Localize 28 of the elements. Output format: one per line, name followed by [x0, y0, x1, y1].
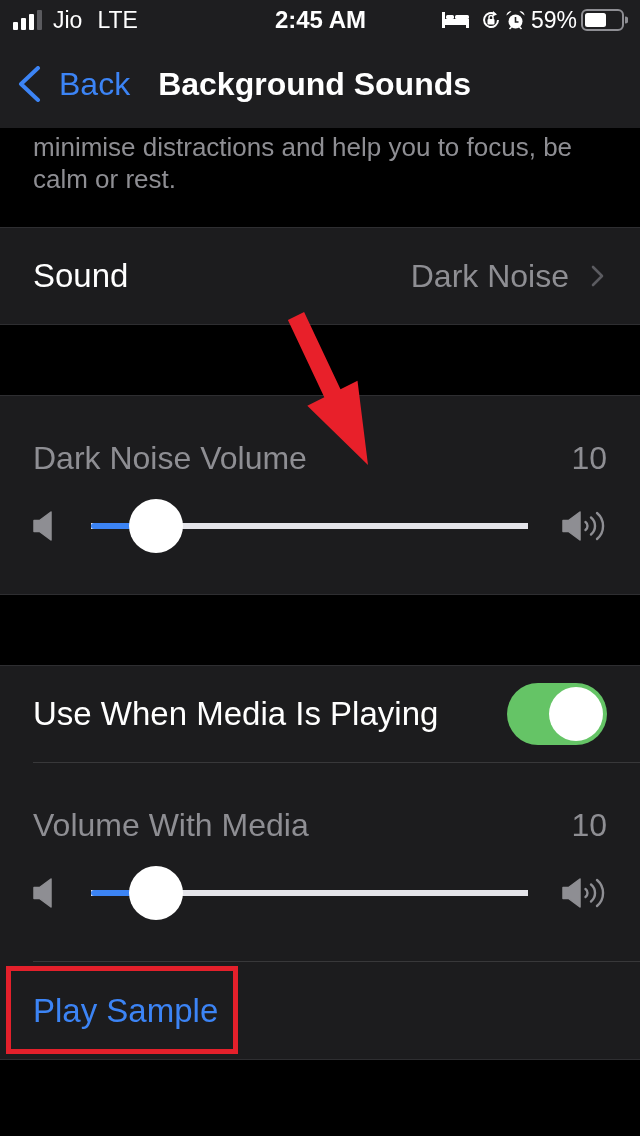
- speaker-loud-icon: [562, 511, 606, 541]
- chevron-left-icon: [17, 66, 41, 102]
- play-sample-button[interactable]: Play Sample: [33, 990, 219, 1031]
- page-title: Background Sounds: [158, 65, 472, 104]
- battery-icon: [581, 9, 628, 31]
- speaker-icon: [33, 511, 53, 541]
- slider-value: 10: [571, 807, 607, 843]
- rotation-lock-icon: [480, 10, 501, 30]
- battery-percentage: 59%: [530, 6, 577, 34]
- row-label[interactable]: Sound: [33, 256, 129, 296]
- slider-thumb[interactable]: [129, 866, 184, 920]
- slider-label: Volume With Media: [33, 807, 309, 843]
- row-label: Use When Media Is Playing: [33, 694, 439, 734]
- network-type: LTE: [97, 6, 138, 34]
- back-button[interactable]: Back: [17, 64, 131, 104]
- alarm-clock-icon: [505, 10, 525, 30]
- clock-time: 2:45 AM: [274, 6, 367, 34]
- speaker-icon: [33, 878, 53, 908]
- signal-bars-icon: [13, 10, 42, 30]
- bed-icon: [441, 12, 469, 28]
- slider-value: 10: [571, 440, 607, 476]
- description-text: minimise distractions and help you to focus, be calm or rest.: [32, 131, 574, 195]
- row-value: Dark Noise: [410, 257, 569, 296]
- carrier-name: Jio: [53, 6, 83, 34]
- slider-thumb[interactable]: [129, 499, 184, 553]
- slider-label: Dark Noise Volume: [33, 440, 307, 476]
- speaker-loud-icon: [562, 878, 606, 908]
- chevron-right-icon: [591, 265, 604, 287]
